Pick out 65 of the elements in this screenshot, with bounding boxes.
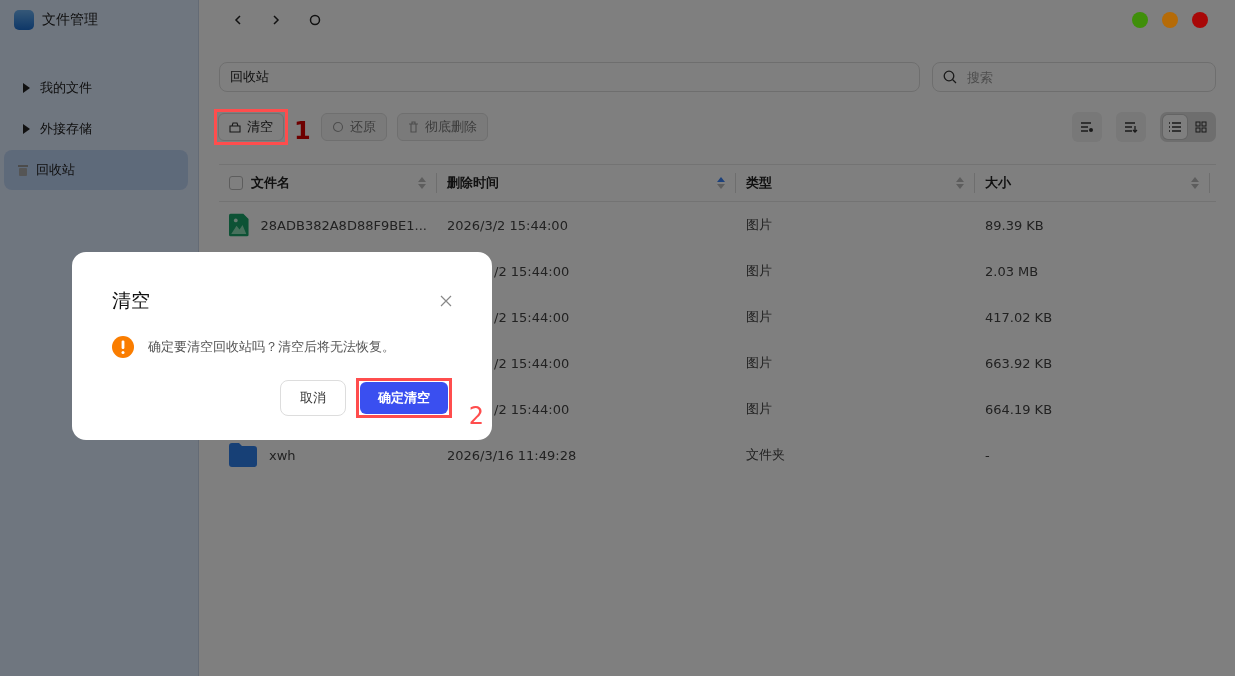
restore-icon (331, 121, 344, 133)
table-cell: /2 15:44:00 (494, 355, 570, 371)
path-field[interactable]: 回收站 (219, 62, 920, 92)
trash-icon (18, 164, 28, 176)
back-icon[interactable] (233, 14, 243, 26)
list-settings-button[interactable] (1072, 112, 1102, 142)
sort-icon (956, 177, 964, 189)
table-cell: 417.02 KB (985, 309, 1053, 325)
table-cell: 2.03 MB (985, 263, 1039, 279)
checkbox[interactable] (229, 176, 243, 190)
dialog-message: 确定要清空回收站吗？清空后将无法恢复。 (148, 338, 395, 356)
table-cell: /2 15:44:00 (494, 309, 570, 325)
sidebar-item[interactable]: 外接存储 (4, 109, 188, 149)
window-control-dot[interactable] (1162, 12, 1178, 28)
app-logo-icon (14, 10, 34, 30)
expand-triangle-icon (21, 83, 31, 93)
list-view-button[interactable] (1163, 115, 1187, 139)
confirm-button[interactable]: 确定清空 (360, 382, 448, 414)
sort-icon (717, 177, 725, 189)
step-number: 1 (294, 117, 311, 145)
dialog-title: 清空 (112, 288, 150, 313)
table-cell: 图片 (746, 308, 772, 326)
file-name: xwh (269, 447, 296, 463)
table-cell: 文件夹 (746, 446, 785, 464)
column-header[interactable]: 文件名 (219, 173, 437, 193)
toolbar-button[interactable]: 清空 (218, 113, 284, 141)
grid-icon (1195, 121, 1207, 133)
file-name: 28ADB382A8D88F9BE1... (260, 217, 427, 233)
column-header[interactable]: 类型 (736, 173, 975, 193)
table-cell: 图片 (746, 400, 772, 418)
table-cell: 图片 (746, 354, 772, 372)
sort-icon (1191, 177, 1199, 189)
table-cell: 89.39 KB (985, 217, 1044, 233)
sidebar-item[interactable]: 回收站 (4, 150, 188, 190)
app-title: 文件管理 (42, 11, 98, 29)
refresh-icon[interactable] (309, 14, 321, 26)
table-cell: 664.19 KB (985, 401, 1053, 417)
table-cell: - (985, 447, 990, 463)
expand-triangle-icon (21, 124, 31, 134)
step-number: 2 (468, 402, 484, 430)
column-header[interactable]: 删除时间 (437, 173, 736, 193)
table-cell: 2026/3/16 11:49:28 (447, 447, 577, 463)
warning-icon (112, 336, 134, 358)
table-cell: 2026/3/2 15:44:00 (447, 217, 568, 233)
sort-icon (418, 177, 426, 189)
column-header[interactable]: 大小 (975, 173, 1210, 193)
search-icon (943, 70, 957, 84)
forward-icon[interactable] (271, 14, 281, 26)
table-cell: /2 15:44:00 (494, 401, 570, 417)
sidebar-item[interactable]: 我的文件 (4, 68, 188, 108)
window-control-dot[interactable] (1192, 12, 1208, 28)
list-settings-icon (1080, 121, 1094, 133)
close-icon[interactable] (440, 295, 452, 307)
cancel-button[interactable]: 取消 (280, 380, 346, 416)
table-cell: 图片 (746, 262, 772, 280)
table-cell: 图片 (746, 216, 772, 234)
table-cell: 663.92 KB (985, 355, 1053, 371)
table-cell: /2 15:44:00 (494, 263, 570, 279)
sort-button[interactable] (1116, 112, 1146, 142)
folder-icon (229, 443, 257, 467)
sort-icon (1124, 121, 1138, 133)
basket-icon (229, 121, 241, 133)
list-icon (1168, 121, 1182, 133)
trash-icon (407, 121, 419, 133)
window-control-dot[interactable] (1132, 12, 1148, 28)
